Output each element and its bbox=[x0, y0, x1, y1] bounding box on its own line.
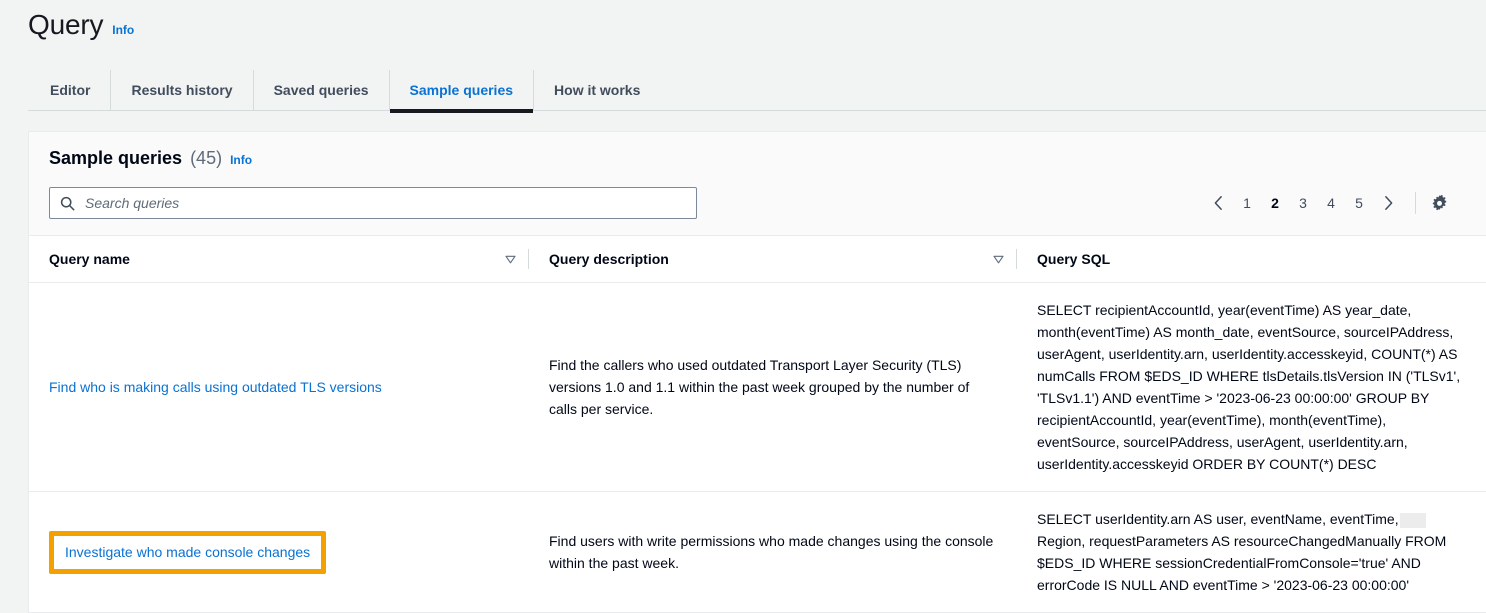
pagination-page-5-label: 5 bbox=[1355, 195, 1363, 211]
panel-tools-row: 1 2 3 4 5 bbox=[49, 187, 1466, 219]
panel-title: Sample queries bbox=[49, 148, 183, 168]
column-header-query-description[interactable]: Query description bbox=[529, 236, 1017, 283]
page-info-link[interactable]: Info bbox=[112, 23, 134, 37]
column-header-query-sql[interactable]: Query SQL bbox=[1017, 236, 1486, 283]
pagination: 1 2 3 4 5 bbox=[1203, 188, 1466, 218]
pagination-page-2[interactable]: 2 bbox=[1261, 188, 1289, 218]
preferences-button[interactable] bbox=[1426, 190, 1452, 216]
query-name-link[interactable]: Find who is making calls using outdated … bbox=[49, 379, 382, 395]
pagination-page-2-label: 2 bbox=[1271, 195, 1279, 211]
query-description-cell: Find the callers who used outdated Trans… bbox=[529, 282, 1017, 492]
column-divider bbox=[528, 249, 529, 269]
sort-descending-icon[interactable] bbox=[985, 255, 1016, 264]
query-sql-cell: SELECT recipientAccountId, year(eventTim… bbox=[1017, 282, 1486, 492]
pagination-page-1-label: 1 bbox=[1243, 195, 1251, 211]
tab-list: Editor Results history Saved queries Sam… bbox=[28, 70, 1486, 113]
panel-count: (45) bbox=[190, 148, 223, 168]
tab-editor[interactable]: Editor bbox=[28, 70, 110, 111]
pagination-next-button[interactable] bbox=[1373, 188, 1403, 218]
column-header-query-name-label: Query name bbox=[49, 251, 130, 267]
triangle-down-icon bbox=[505, 255, 516, 263]
query-sql-text-after: Region, requestParameters AS resourceCha… bbox=[1037, 533, 1447, 593]
sample-queries-table: Query name Query description Query SQL F… bbox=[29, 236, 1486, 613]
tab-results-history[interactable]: Results history bbox=[110, 70, 252, 111]
sample-queries-panel: Sample queries (45) Info Search queries … bbox=[28, 131, 1486, 613]
query-name-cell: Investigate who made console changes bbox=[29, 491, 529, 613]
panel-title-row: Sample queries (45) Info bbox=[49, 148, 1466, 169]
triangle-down-icon bbox=[993, 255, 1004, 263]
query-name-cell: Find who is making calls using outdated … bbox=[29, 282, 529, 492]
pagination-page-4[interactable]: 4 bbox=[1317, 188, 1345, 218]
pagination-page-4-label: 4 bbox=[1327, 195, 1335, 211]
pagination-divider bbox=[1415, 192, 1416, 214]
gear-icon bbox=[1432, 194, 1446, 210]
tab-sample-queries[interactable]: Sample queries bbox=[388, 70, 534, 113]
tab-bar: Editor Results history Saved queries Sam… bbox=[0, 70, 1486, 113]
search-input[interactable] bbox=[83, 194, 686, 212]
table-row: Investigate who made console changes Fin… bbox=[29, 491, 1486, 613]
tab-saved-queries-label: Saved queries bbox=[273, 82, 369, 98]
tab-sample-queries-label: Sample queries bbox=[409, 82, 514, 98]
column-header-query-name[interactable]: Query name bbox=[29, 236, 529, 283]
query-description-cell: Find users with write permissions who ma… bbox=[529, 491, 1017, 613]
pagination-page-1[interactable]: 1 bbox=[1233, 188, 1261, 218]
tab-how-it-works[interactable]: How it works bbox=[533, 70, 660, 111]
pagination-page-5[interactable]: 5 bbox=[1345, 188, 1373, 218]
column-header-query-sql-label: Query SQL bbox=[1037, 251, 1111, 267]
table-row: Find who is making calls using outdated … bbox=[29, 282, 1486, 492]
sort-descending-icon[interactable] bbox=[497, 255, 528, 264]
column-header-query-description-label: Query description bbox=[549, 251, 669, 267]
redaction-box bbox=[1399, 512, 1426, 528]
tab-how-it-works-label: How it works bbox=[554, 82, 641, 98]
page-title: Query bbox=[28, 9, 104, 40]
search-icon bbox=[60, 196, 75, 211]
pagination-page-3[interactable]: 3 bbox=[1289, 188, 1317, 218]
query-name-focus-highlight: Investigate who made console changes bbox=[49, 530, 327, 574]
chevron-right-icon bbox=[1384, 196, 1392, 210]
tab-saved-queries[interactable]: Saved queries bbox=[252, 70, 389, 111]
query-name-link[interactable]: Investigate who made console changes bbox=[65, 544, 310, 560]
panel-header: Sample queries (45) Info Search queries … bbox=[29, 132, 1486, 236]
page-header: Query Info bbox=[0, 0, 1486, 42]
column-divider bbox=[1016, 249, 1017, 269]
tab-results-history-label: Results history bbox=[131, 82, 233, 98]
search-box[interactable] bbox=[49, 187, 697, 219]
query-sql-cell: SELECT userIdentity.arn AS user, eventNa… bbox=[1017, 491, 1486, 613]
tab-editor-label: Editor bbox=[50, 82, 91, 98]
panel-info-link[interactable]: Info bbox=[230, 153, 252, 167]
table-header-row: Query name Query description Query SQL bbox=[29, 236, 1486, 283]
chevron-left-icon bbox=[1214, 196, 1222, 210]
query-sql-text-before: SELECT userIdentity.arn AS user, eventNa… bbox=[1037, 511, 1399, 527]
pagination-page-3-label: 3 bbox=[1299, 195, 1307, 211]
pagination-prev-button[interactable] bbox=[1203, 188, 1233, 218]
